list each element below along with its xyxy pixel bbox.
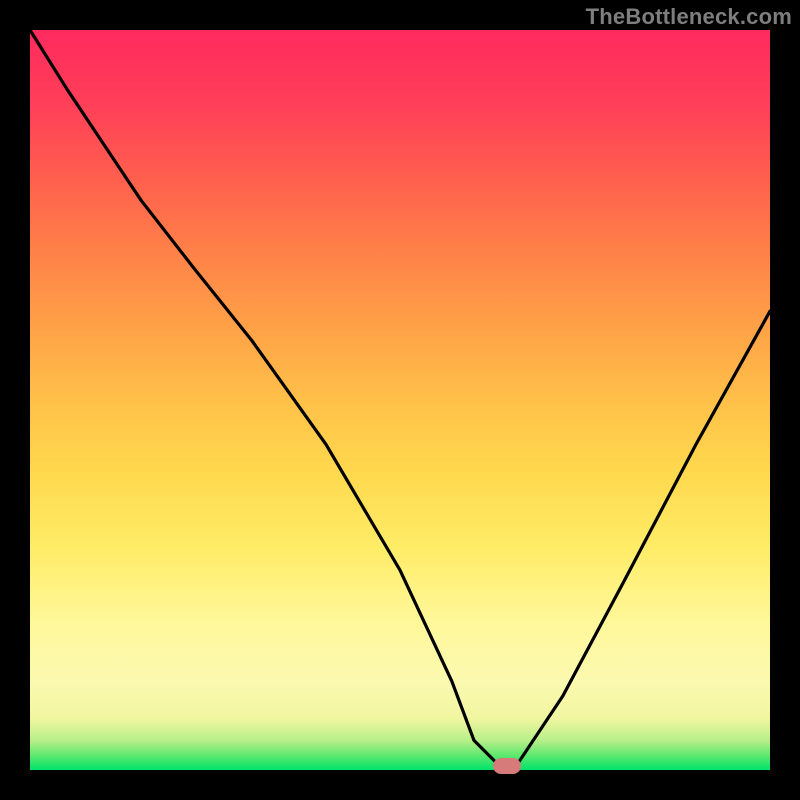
optimal-point-marker [493, 758, 521, 774]
chart-frame: TheBottleneck.com [0, 0, 800, 800]
bottleneck-curve [30, 30, 770, 770]
watermark-text: TheBottleneck.com [586, 4, 792, 30]
